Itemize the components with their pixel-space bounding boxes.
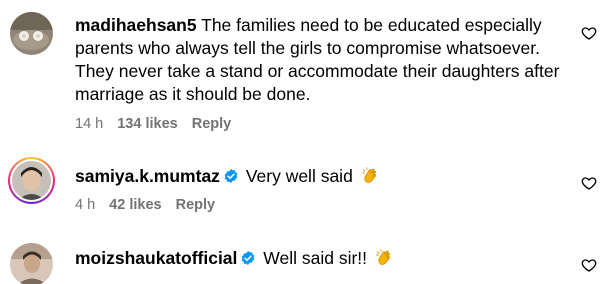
avatar[interactable] bbox=[10, 243, 53, 284]
comment-username[interactable]: moizshaukatofficial bbox=[75, 248, 237, 268]
comment-item: madihaehsan5 The families need to be edu… bbox=[0, 0, 609, 145]
clapping-hands-icon bbox=[375, 249, 391, 265]
heart-icon[interactable] bbox=[581, 175, 597, 191]
avatar[interactable] bbox=[12, 161, 51, 200]
comment-item: moizshaukatofficial Well said sir!! bbox=[0, 230, 609, 284]
heart-icon[interactable] bbox=[581, 257, 597, 273]
comment-username[interactable]: madihaehsan5 bbox=[75, 15, 197, 35]
reply-button[interactable]: Reply bbox=[176, 197, 216, 213]
comment-body: samiya.k.mumtaz Very well said bbox=[75, 165, 563, 188]
comment-text: Well said sir!! bbox=[263, 248, 368, 268]
heart-icon[interactable] bbox=[581, 25, 597, 41]
comment-meta: 14 h 134 likes Reply bbox=[75, 116, 231, 132]
comment-likes[interactable]: 42 likes bbox=[109, 197, 161, 213]
comment-text: Very well said bbox=[245, 166, 353, 186]
reply-button[interactable]: Reply bbox=[192, 116, 232, 132]
story-ring[interactable] bbox=[8, 157, 55, 204]
comment-body: madihaehsan5 The families need to be edu… bbox=[75, 14, 563, 106]
clapping-hands-icon bbox=[361, 167, 376, 183]
comment-item: samiya.k.mumtaz Very well said 4 h 42 li… bbox=[0, 145, 609, 230]
verified-badge-icon bbox=[224, 169, 238, 183]
comment-time[interactable]: 4 h bbox=[75, 197, 95, 213]
verified-badge-icon bbox=[242, 251, 255, 265]
comment-username[interactable]: samiya.k.mumtaz bbox=[75, 166, 220, 186]
comment-body: moizshaukatofficial Well said sir!! bbox=[75, 247, 563, 270]
comment-likes[interactable]: 134 likes bbox=[117, 116, 177, 132]
avatar[interactable] bbox=[10, 12, 53, 55]
comment-list: madihaehsan5 The families need to be edu… bbox=[0, 0, 609, 284]
comment-meta: 4 h 42 likes Reply bbox=[75, 197, 215, 213]
comment-time[interactable]: 14 h bbox=[75, 116, 103, 132]
